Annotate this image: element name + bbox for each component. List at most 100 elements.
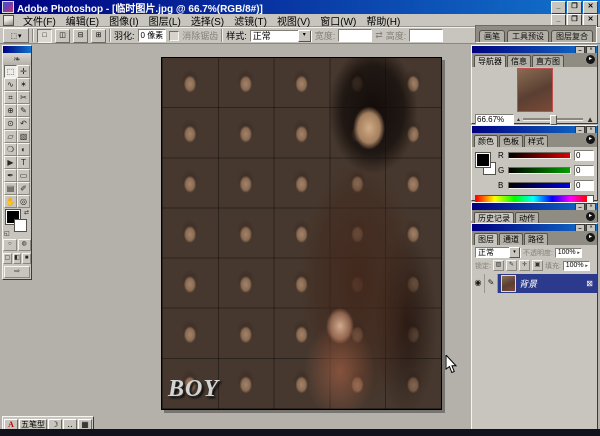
- gradient-tool[interactable]: ▧: [17, 130, 30, 143]
- background-color-swatch[interactable]: [14, 219, 27, 232]
- panel-menu-button[interactable]: ▸: [586, 55, 595, 64]
- fill-field[interactable]: 100% ▸: [563, 261, 590, 271]
- eyedropper-tool[interactable]: ✐: [17, 182, 30, 195]
- tab-paths[interactable]: 路径: [524, 233, 548, 245]
- zoom-tool[interactable]: ◎: [17, 195, 30, 208]
- tab-tool-presets[interactable]: 工具预设: [507, 30, 549, 42]
- layer-name[interactable]: 背景: [519, 277, 586, 290]
- quick-mask-mode-button[interactable]: ◍: [18, 239, 32, 251]
- document-icon[interactable]: [3, 15, 14, 26]
- history-brush-tool[interactable]: ↶: [17, 117, 30, 130]
- dodge-tool[interactable]: ◐: [17, 143, 30, 156]
- rectangular-marquee-tool[interactable]: ⬚: [4, 65, 17, 78]
- tab-info[interactable]: 信息: [507, 55, 531, 67]
- close-button[interactable]: ✕: [583, 1, 598, 14]
- feather-input[interactable]: 0 像素: [138, 29, 167, 42]
- menu-filter[interactable]: 滤镜(T): [229, 13, 272, 28]
- slider-thumb[interactable]: [550, 115, 557, 125]
- tab-channels[interactable]: 通道: [499, 233, 523, 245]
- toolbox-titlebar[interactable]: [3, 46, 31, 53]
- panel-titlebar[interactable]: ▁ ✕: [472, 224, 597, 231]
- menu-window[interactable]: 窗口(W): [315, 13, 361, 28]
- menu-edit[interactable]: 编辑(E): [61, 13, 104, 28]
- lock-image-button[interactable]: ✎: [506, 260, 517, 271]
- selection-intersect-button[interactable]: ⊞: [91, 29, 106, 43]
- selection-subtract-button[interactable]: ⊟: [73, 29, 88, 43]
- panel-titlebar[interactable]: ▁ ✕: [472, 126, 597, 133]
- canvas-image[interactable]: BOY: [161, 57, 442, 410]
- notes-tool[interactable]: ▤: [4, 182, 17, 195]
- tab-navigator[interactable]: 导航器: [474, 55, 506, 67]
- selection-new-button[interactable]: □: [37, 29, 52, 43]
- menu-layer[interactable]: 图层(L): [144, 13, 186, 28]
- blend-mode-dropdown[interactable]: 正常 ▾: [475, 247, 521, 258]
- panel-titlebar[interactable]: ▁ ✕: [472, 46, 597, 53]
- tool-preset-picker[interactable]: ⬚ ▾: [3, 28, 29, 43]
- green-value-field[interactable]: 0: [574, 165, 594, 176]
- tab-color[interactable]: 颜色: [474, 135, 498, 147]
- rectangle-tool[interactable]: ▭: [17, 169, 30, 182]
- layer-row-background[interactable]: ◉ ✎ 背景 ⊠: [472, 274, 597, 293]
- jump-to-imageready-button[interactable]: ⇨: [4, 266, 30, 278]
- panel-menu-button[interactable]: ▸: [586, 135, 595, 144]
- blur-tool[interactable]: ❍: [4, 143, 17, 156]
- selection-add-button[interactable]: ◫: [55, 29, 70, 43]
- brush-tool[interactable]: ✎: [17, 104, 30, 117]
- layer-thumbnail[interactable]: [501, 275, 516, 292]
- fullscreen-menubar-button[interactable]: ◧: [13, 253, 22, 264]
- zoom-in-icon[interactable]: ▲: [586, 115, 594, 124]
- menu-file[interactable]: 文件(F): [18, 13, 61, 28]
- hand-tool[interactable]: ✋: [4, 195, 17, 208]
- menu-select[interactable]: 选择(S): [186, 13, 229, 28]
- lock-transparency-button[interactable]: ▨: [493, 260, 504, 271]
- blue-value-field[interactable]: 0: [574, 180, 594, 191]
- path-selection-tool[interactable]: ▶: [4, 156, 17, 169]
- layer-visibility-eye-icon[interactable]: ◉: [472, 274, 485, 293]
- navigator-zoom-field[interactable]: 66.67%: [475, 114, 514, 125]
- swap-colors-icon[interactable]: ⇄: [24, 210, 29, 216]
- foreground-color-swatch[interactable]: [476, 153, 490, 167]
- lock-position-button[interactable]: ✛: [519, 260, 530, 271]
- spinner-arrow-icon[interactable]: ▸: [585, 263, 589, 269]
- tab-brushes[interactable]: 画笔: [479, 30, 505, 42]
- lasso-tool[interactable]: ∿: [4, 78, 17, 91]
- green-slider[interactable]: [508, 167, 571, 174]
- panel-menu-button[interactable]: ▸: [586, 233, 595, 242]
- standard-screen-button[interactable]: ▢: [3, 253, 12, 264]
- red-value-field[interactable]: 0: [574, 150, 594, 161]
- style-dropdown[interactable]: 正常 ▾: [250, 30, 312, 42]
- lock-all-button[interactable]: ▣: [532, 260, 543, 271]
- panel-titlebar[interactable]: ▁ ✕: [472, 203, 597, 210]
- menu-image[interactable]: 图像(I): [104, 13, 143, 28]
- width-input[interactable]: [338, 29, 372, 42]
- minimize-button[interactable]: _: [551, 1, 566, 14]
- tab-layers[interactable]: 图层: [474, 233, 498, 245]
- magic-wand-tool[interactable]: ✶: [17, 78, 30, 91]
- height-input[interactable]: [409, 29, 443, 42]
- eraser-tool[interactable]: ▱: [4, 130, 17, 143]
- panel-menu-button[interactable]: ▸: [586, 212, 595, 221]
- blue-slider[interactable]: [508, 182, 571, 189]
- swap-dimensions-icon[interactable]: ⇄: [375, 30, 383, 41]
- spinner-arrow-icon[interactable]: ▸: [577, 250, 581, 256]
- tab-layer-comps[interactable]: 图层复合: [551, 30, 593, 42]
- crop-tool[interactable]: ⌗: [4, 91, 17, 104]
- antialias-checkbox[interactable]: [169, 31, 179, 41]
- tab-swatches[interactable]: 色板: [499, 135, 523, 147]
- standard-mode-button[interactable]: ○: [3, 239, 17, 251]
- tab-styles[interactable]: 样式: [524, 135, 548, 147]
- clone-stamp-tool[interactable]: ⊙: [4, 117, 17, 130]
- slice-tool[interactable]: ✂: [17, 91, 30, 104]
- pen-tool[interactable]: ✒: [4, 169, 17, 182]
- healing-brush-tool[interactable]: ⊕: [4, 104, 17, 117]
- navigator-zoom-slider[interactable]: [523, 118, 583, 121]
- fullscreen-button[interactable]: ■: [22, 253, 31, 264]
- default-colors-icon[interactable]: ◱: [4, 231, 10, 237]
- tab-histogram[interactable]: 直方图: [532, 55, 564, 67]
- navigator-thumbnail[interactable]: [517, 68, 553, 112]
- restore-button[interactable]: ❐: [567, 1, 582, 14]
- red-slider[interactable]: [508, 152, 571, 159]
- menu-help[interactable]: 帮助(H): [361, 13, 405, 28]
- move-tool[interactable]: ✛: [17, 65, 30, 78]
- menu-view[interactable]: 视图(V): [272, 13, 315, 28]
